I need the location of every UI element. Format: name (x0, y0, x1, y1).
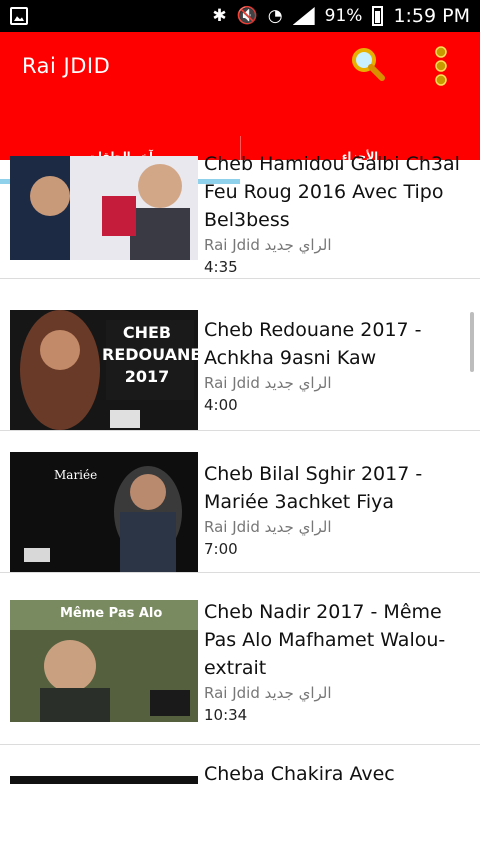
gallery-notification-icon (10, 7, 28, 25)
video-item[interactable]: Même Pas Alo Cheb Nadir 2017 - Même Pas … (0, 572, 480, 745)
clock: 1:59 PM (393, 5, 470, 27)
channel-name: Rai Jdid الراي جديد (204, 374, 332, 392)
video-title: Cheb Hamidou Galbi Ch3al Feu Roug 2016 A… (204, 156, 460, 231)
video-thumbnail[interactable] (10, 156, 198, 260)
overflow-menu-icon[interactable] (432, 46, 450, 86)
video-thumbnail[interactable]: Même Pas Alo (10, 600, 198, 722)
thumbnail-art (10, 156, 198, 260)
channel-name: Rai Jdid الراي جديد (204, 236, 332, 254)
video-title: Cheb Redouane 2017 - Achkha 9asni Kaw (204, 319, 422, 369)
video-list[interactable]: Cheb Hamidou Galbi Ch3al Feu Roug 2016 A… (0, 156, 480, 854)
app-title: Rai JDID (22, 54, 111, 78)
status-bar: ✱ 🔇 ◔ 91% 1:59 PM (0, 0, 480, 32)
video-item[interactable]: CHEB REDOUANE 2017 Cheb Redouane 2017 - … (0, 280, 480, 431)
battery-percent: 91% (324, 6, 363, 26)
battery-icon (372, 6, 384, 26)
thumbnail-art (10, 452, 198, 572)
video-title: Cheba Chakira Avec (204, 763, 395, 785)
bluetooth-icon: ✱ (212, 6, 227, 26)
video-duration: 4:35 (204, 258, 238, 276)
video-duration: 4:00 (204, 396, 238, 414)
wifi-icon: ◔ (267, 6, 283, 26)
channel-name: Rai Jdid الراي جديد (204, 518, 332, 536)
search-icon[interactable] (350, 46, 386, 82)
video-item[interactable]: Cheba Chakira Avec (0, 744, 480, 854)
channel-name: Rai Jdid الراي جديد (204, 684, 332, 702)
video-item[interactable]: Cheb Hamidou Galbi Ch3al Feu Roug 2016 A… (0, 156, 480, 279)
thumbnail-caption: Même Pas Alo (60, 606, 163, 621)
video-item[interactable]: Mariée Cheb Bilal Sghir 2017 - Mariée 3a… (0, 430, 480, 573)
video-thumbnail[interactable]: Mariée (10, 452, 198, 572)
video-title: Cheb Nadir 2017 - Même Pas Alo Mafhamet … (204, 601, 446, 679)
thumbnail-caption: CHEB REDOUANE 2017 (102, 323, 198, 386)
scrollbar[interactable] (470, 312, 474, 372)
mute-icon: 🔇 (236, 6, 258, 26)
signal-icon (292, 7, 315, 25)
status-icons: ✱ 🔇 ◔ 91% 1:59 PM (212, 4, 470, 28)
video-thumbnail[interactable] (10, 776, 198, 784)
video-title: Cheb Bilal Sghir 2017 - Mariée 3achket F… (204, 463, 423, 513)
video-thumbnail[interactable]: CHEB REDOUANE 2017 (10, 310, 198, 430)
video-duration: 7:00 (204, 540, 238, 558)
app-bar: Rai JDID آخر الحلقات الأجزاء (0, 32, 480, 184)
thumbnail-caption: Mariée (54, 468, 98, 482)
video-duration: 10:34 (204, 706, 248, 724)
